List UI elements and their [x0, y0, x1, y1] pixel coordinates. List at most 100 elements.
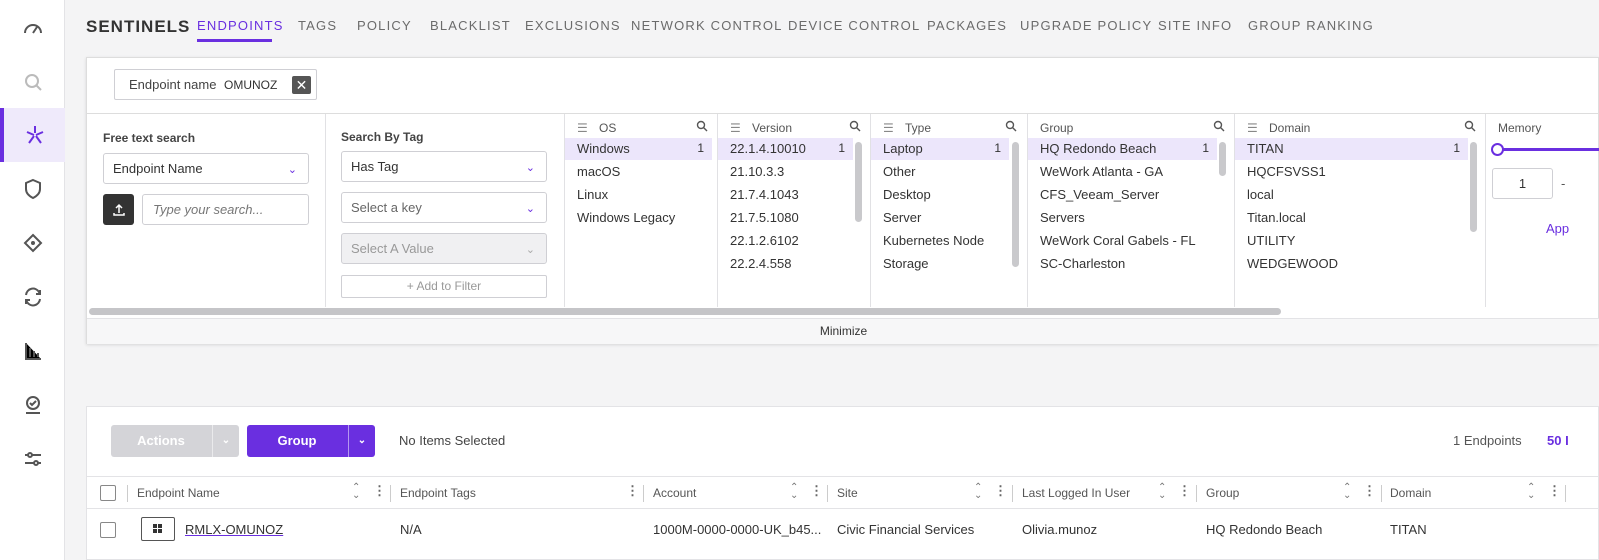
- memory-min-input[interactable]: 1: [1492, 168, 1553, 199]
- os-item[interactable]: Windows 1: [565, 138, 712, 160]
- tab-upgrade-policy[interactable]: UPGRADE POLICY: [1020, 18, 1152, 33]
- badge-icon[interactable]: [0, 378, 65, 432]
- column-menu-icon[interactable]: ⋮: [1548, 483, 1561, 499]
- column-menu-icon[interactable]: ⋮: [626, 483, 639, 499]
- version-item[interactable]: 21.10.3.3: [718, 161, 853, 183]
- type-item[interactable]: Desktop: [871, 184, 1009, 206]
- type-item[interactable]: Other: [871, 161, 1009, 183]
- memory-slider-handle[interactable]: [1491, 143, 1504, 156]
- free-text-field-select[interactable]: Endpoint Name ⌄: [103, 153, 309, 184]
- sort-icon[interactable]: ⌃ ⌄: [1527, 483, 1535, 501]
- type-item[interactable]: Kubernetes Node: [871, 230, 1009, 252]
- shield-icon[interactable]: [0, 162, 65, 216]
- menu-icon[interactable]: ☰: [1247, 121, 1259, 135]
- group-item[interactable]: WeWork Atlanta - GA: [1028, 161, 1217, 183]
- tag-key-select[interactable]: Select a key ⌄: [341, 192, 547, 223]
- column-menu-icon[interactable]: ⋮: [1363, 483, 1376, 499]
- scrollbar[interactable]: [1219, 142, 1226, 176]
- search-icon[interactable]: [0, 55, 65, 109]
- version-item[interactable]: 21.7.5.1080: [718, 207, 853, 229]
- sort-icon[interactable]: ⌃ ⌄: [1158, 483, 1166, 501]
- column-header-account[interactable]: Account: [653, 486, 696, 500]
- tab-endpoints[interactable]: ENDPOINTS: [197, 18, 284, 33]
- search-icon[interactable]: [696, 120, 708, 132]
- group-button[interactable]: Group ⌄: [247, 425, 375, 457]
- sort-icon[interactable]: ⌃ ⌄: [352, 483, 360, 501]
- domain-item[interactable]: TITAN 1: [1235, 138, 1468, 160]
- tab-device-control[interactable]: DEVICE CONTROL: [788, 18, 920, 33]
- group-item[interactable]: HQ Redondo Beach 1: [1028, 138, 1217, 160]
- tab-blacklist[interactable]: BLACKLIST: [430, 18, 511, 33]
- domain-item[interactable]: HQCFSVSS1: [1235, 161, 1468, 183]
- column-header-last-logged-in-user[interactable]: Last Logged In User: [1022, 486, 1130, 500]
- version-item[interactable]: 22.1.2.6102: [718, 230, 853, 252]
- column-header-site[interactable]: Site: [837, 486, 858, 500]
- tab-network-control[interactable]: NETWORK CONTROL: [631, 18, 783, 33]
- group-item[interactable]: Servers: [1028, 207, 1217, 229]
- menu-icon[interactable]: ☰: [883, 121, 895, 135]
- column-menu-icon[interactable]: ⋮: [994, 483, 1007, 499]
- settings-sliders-icon[interactable]: [0, 432, 65, 486]
- version-item[interactable]: 21.7.4.1043: [718, 184, 853, 206]
- upload-button[interactable]: [103, 194, 134, 225]
- version-item[interactable]: 22.2.4.558: [718, 253, 853, 275]
- column-header-endpoint-tags[interactable]: Endpoint Tags: [400, 486, 476, 500]
- search-icon[interactable]: [849, 120, 861, 132]
- domain-item[interactable]: Titan.local: [1235, 207, 1468, 229]
- domain-item[interactable]: WEDGEWOOD: [1235, 253, 1468, 275]
- os-item[interactable]: macOS: [565, 161, 712, 183]
- column-menu-icon[interactable]: ⋮: [810, 483, 823, 499]
- type-item[interactable]: Laptop 1: [871, 138, 1009, 160]
- select-all-checkbox[interactable]: [100, 485, 116, 501]
- os-item[interactable]: Windows Legacy: [565, 207, 712, 229]
- domain-item[interactable]: local: [1235, 184, 1468, 206]
- scrollbar[interactable]: [1470, 142, 1477, 232]
- close-icon[interactable]: ✕: [292, 76, 311, 94]
- group-item[interactable]: CFS_Veeam_Server: [1028, 184, 1217, 206]
- page-size-select[interactable]: 50 I: [1547, 433, 1569, 448]
- group-item[interactable]: SC-Charleston: [1028, 253, 1217, 275]
- tab-site-info[interactable]: SITE INFO: [1158, 18, 1232, 33]
- memory-slider-track[interactable]: [1501, 148, 1599, 151]
- reports-icon[interactable]: [0, 324, 65, 378]
- add-to-filter-button[interactable]: + Add to Filter: [341, 275, 547, 298]
- column-header-group[interactable]: Group: [1206, 486, 1239, 500]
- sort-icon[interactable]: ⌃ ⌄: [974, 483, 982, 501]
- row-checkbox[interactable]: [100, 522, 116, 538]
- type-item[interactable]: Server: [871, 207, 1009, 229]
- has-tag-select[interactable]: Has Tag ⌄: [341, 151, 547, 182]
- endpoint-name-text[interactable]: RMLX-OMUNOZ: [185, 522, 283, 537]
- minimize-button[interactable]: Minimize: [87, 318, 1599, 344]
- column-menu-icon[interactable]: ⋮: [373, 483, 386, 499]
- column-menu-icon[interactable]: ⋮: [1178, 483, 1191, 499]
- column-header-domain[interactable]: Domain: [1390, 486, 1431, 500]
- tab-exclusions[interactable]: EXCLUSIONS: [525, 18, 621, 33]
- apply-link[interactable]: App: [1546, 221, 1569, 236]
- sentinels-icon[interactable]: [0, 108, 65, 162]
- dashboard-icon[interactable]: [0, 2, 65, 56]
- version-item[interactable]: 22.1.4.10010 1: [718, 138, 853, 160]
- tab-packages[interactable]: PACKAGES: [927, 18, 1007, 33]
- sort-icon[interactable]: ⌃ ⌄: [1343, 483, 1351, 501]
- endpoint-name-link[interactable]: RMLX-OMUNOZ: [185, 522, 283, 537]
- menu-icon[interactable]: ☰: [730, 121, 742, 135]
- os-item[interactable]: Linux: [565, 184, 712, 206]
- tab-group-ranking[interactable]: GROUP RANKING: [1248, 18, 1374, 33]
- column-header-endpoint-name[interactable]: Endpoint Name: [137, 486, 220, 500]
- search-icon[interactable]: [1213, 120, 1225, 132]
- tab-tags[interactable]: TAGS: [298, 18, 337, 33]
- scrollbar[interactable]: [855, 142, 862, 222]
- domain-item[interactable]: UTILITY: [1235, 230, 1468, 252]
- network-icon[interactable]: [0, 216, 65, 270]
- horizontal-scrollbar[interactable]: [89, 308, 1281, 315]
- search-icon[interactable]: [1005, 120, 1017, 132]
- group-item[interactable]: WeWork Coral Gabels - FL: [1028, 230, 1217, 252]
- search-input[interactable]: Type your search...: [142, 194, 309, 225]
- menu-icon[interactable]: ☰: [577, 121, 589, 135]
- chevron-down-icon[interactable]: ⌄: [348, 425, 375, 457]
- search-icon[interactable]: [1464, 120, 1476, 132]
- type-item[interactable]: Storage: [871, 253, 1009, 275]
- scrollbar[interactable]: [1012, 142, 1019, 267]
- tab-policy[interactable]: POLICY: [357, 18, 412, 33]
- sort-icon[interactable]: ⌃ ⌄: [790, 483, 798, 501]
